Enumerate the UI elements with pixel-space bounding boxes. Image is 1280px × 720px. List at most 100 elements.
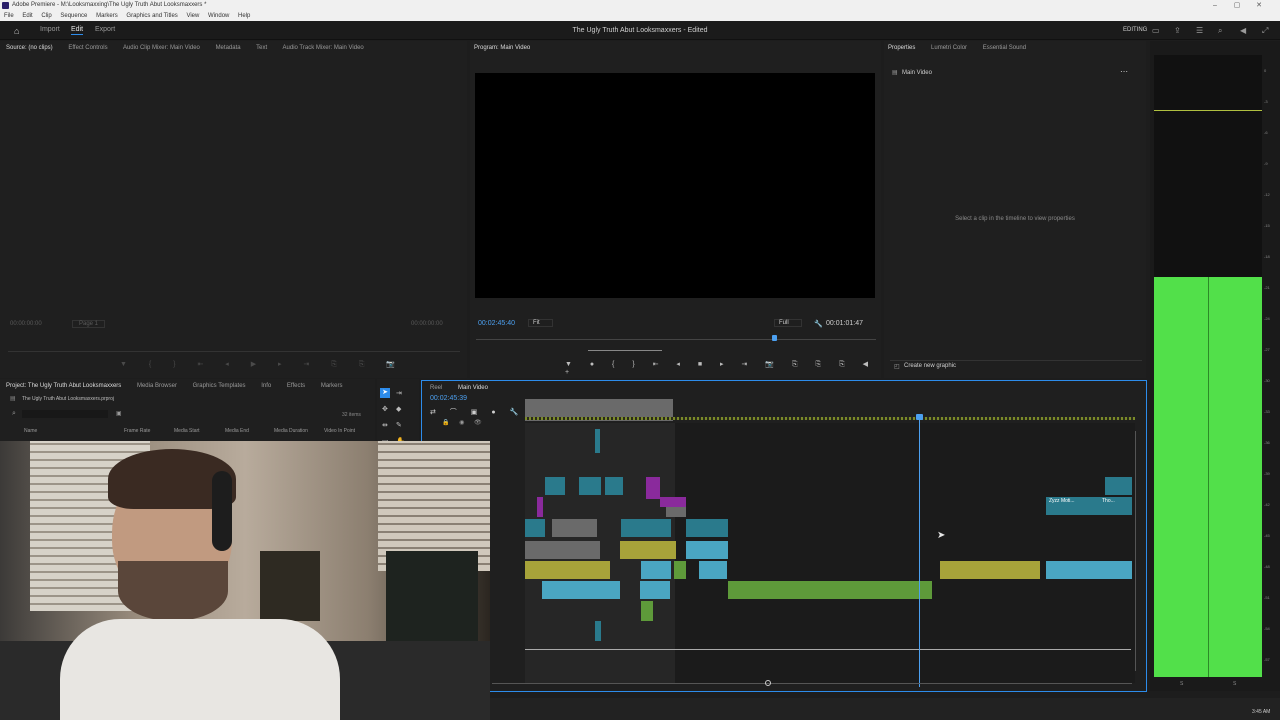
tab-essential-sound[interactable]: Essential Sound: [983, 45, 1026, 51]
horizontal-scrollbar[interactable]: [492, 683, 1132, 684]
create-graphic-button[interactable]: Create new graphic: [904, 363, 956, 369]
timeline-ruler[interactable]: [525, 417, 1135, 420]
program-playhead[interactable]: [772, 335, 777, 341]
timeline-clip[interactable]: [646, 477, 660, 499]
search-icon[interactable]: ⌕: [1218, 26, 1222, 36]
audio-clip[interactable]: [525, 561, 610, 579]
timeline-clip[interactable]: [545, 477, 565, 495]
page-select[interactable]: Page 1: [72, 320, 106, 328]
workspace-mode[interactable]: EDITING: [1123, 27, 1147, 33]
quality-select[interactable]: Full: [774, 319, 802, 327]
audio-clip[interactable]: [641, 601, 653, 621]
col-video-in-point[interactable]: Video In Point: [324, 428, 355, 434]
solo-left[interactable]: S: [1180, 681, 1183, 687]
audio-clip[interactable]: [674, 561, 686, 579]
zoom-handle[interactable]: [765, 680, 771, 686]
slip-tool-icon[interactable]: ⇹: [382, 421, 388, 429]
program-timecode[interactable]: 00:02:45:40: [478, 320, 515, 327]
col-media-end[interactable]: Media End: [225, 428, 249, 434]
track-controls[interactable]: 🔒 ◉ 👁: [442, 419, 486, 426]
volume-icon[interactable]: ◀: [1240, 26, 1246, 35]
menu-help[interactable]: Help: [238, 13, 250, 19]
col-name[interactable]: Name: [24, 428, 37, 434]
tab-text[interactable]: Text: [256, 45, 267, 51]
audio-clip[interactable]: [686, 541, 728, 559]
wrench-icon[interactable]: 🔧: [814, 320, 823, 328]
zoom-select[interactable]: Fit: [528, 319, 553, 327]
audio-clip[interactable]: [1046, 561, 1132, 579]
fullscreen-icon[interactable]: ⤢: [1262, 26, 1268, 36]
menu-view[interactable]: View: [186, 13, 199, 19]
timeline-clip[interactable]: [552, 519, 597, 537]
col-media-start[interactable]: Media Start: [174, 428, 200, 434]
menu-edit[interactable]: Edit: [22, 13, 32, 19]
program-ruler[interactable]: [476, 339, 876, 340]
tab-metadata[interactable]: Metadata: [216, 45, 241, 51]
track-select-tool-icon[interactable]: ⇥: [396, 389, 402, 397]
ripple-edit-tool-icon[interactable]: ✥: [382, 405, 388, 413]
tab-graphics-templates[interactable]: Graphics Templates: [193, 383, 246, 389]
tab-effects[interactable]: Effects: [287, 383, 305, 389]
playhead-handle[interactable]: [916, 414, 923, 420]
timeline-clip[interactable]: [537, 497, 543, 517]
source-transport-controls[interactable]: ▼ { } ⇤ ◂ ▶ ▸ ⇥ ⎘ ⎘ 📷: [120, 360, 405, 369]
create-graphic-icon[interactable]: ◰: [894, 363, 900, 370]
timeline-timecode[interactable]: 00:02:45:39: [430, 395, 467, 402]
tab-media-browser[interactable]: Media Browser: [137, 383, 177, 389]
project-search-input[interactable]: [22, 410, 108, 418]
menu-window[interactable]: Window: [208, 13, 229, 19]
tab-effect-controls[interactable]: Effect Controls: [68, 45, 107, 51]
new-bin-icon[interactable]: ▣: [116, 410, 122, 417]
audio-clip[interactable]: [542, 581, 620, 599]
timeline-clip[interactable]: [686, 519, 728, 537]
col-frame-rate[interactable]: Frame Rate: [124, 428, 150, 434]
audio-clip[interactable]: [940, 561, 1040, 579]
minimize-button[interactable]: –: [1204, 0, 1226, 11]
timeline-clip[interactable]: Zyzz Moti... Tho...: [1046, 497, 1132, 515]
audio-clip[interactable]: [728, 581, 932, 599]
in-out-range[interactable]: [588, 350, 662, 351]
timeline-clip[interactable]: [579, 477, 601, 495]
audio-clip[interactable]: [699, 561, 727, 579]
timeline-clip[interactable]: [525, 541, 600, 559]
maximize-button[interactable]: ▢: [1226, 0, 1248, 11]
timeline-clip[interactable]: [525, 519, 545, 537]
audio-clip[interactable]: [641, 561, 671, 579]
tab-info[interactable]: Info: [261, 383, 271, 389]
pen-tool-icon[interactable]: ✎: [396, 421, 402, 429]
menu-graphics[interactable]: Graphics and Titles: [126, 13, 177, 19]
audio-clip[interactable]: [620, 541, 676, 559]
menu-markers[interactable]: Markers: [96, 13, 118, 19]
tab-main-video[interactable]: Main Video: [458, 385, 488, 391]
timeline-playhead[interactable]: [919, 417, 920, 687]
search-icon[interactable]: ⌕: [12, 410, 16, 418]
audio-clip[interactable]: [595, 621, 601, 641]
tab-lumetri-color[interactable]: Lumetri Color: [931, 45, 967, 51]
list-icon[interactable]: ☰: [1196, 26, 1203, 35]
vertical-scrollbar[interactable]: [1135, 431, 1136, 671]
tab-source[interactable]: Source: (no clips): [6, 45, 53, 51]
tab-reel[interactable]: Reel: [430, 385, 442, 391]
menu-sequence[interactable]: Sequence: [60, 13, 87, 19]
close-button[interactable]: ✕: [1248, 0, 1270, 11]
selection-tool-icon[interactable]: ➤: [380, 388, 390, 398]
razor-tool-icon[interactable]: ◆: [396, 405, 401, 413]
timeline-clip[interactable]: [621, 519, 671, 537]
panel-layout-icon[interactable]: ▭: [1152, 26, 1160, 35]
solo-right[interactable]: S: [1233, 681, 1236, 687]
program-transport-controls[interactable]: ▼ ● { } ⇤ ◂ ■ ▸ ⇥ 📷 ⎘ ⎘ ⎘ ◀ +: [565, 360, 881, 376]
tab-project[interactable]: Project: The Ugly Truth Abut Looksmaxxer…: [6, 383, 121, 389]
share-icon[interactable]: ⇪: [1174, 26, 1181, 35]
tab-markers[interactable]: Markers: [321, 383, 343, 389]
timeline-clip[interactable]: [666, 507, 686, 517]
timeline-clip[interactable]: [605, 477, 623, 495]
timeline-clip[interactable]: [595, 429, 600, 453]
source-scrubber[interactable]: [8, 351, 460, 352]
timeline-clip[interactable]: [1105, 477, 1132, 495]
tab-audio-clip-mixer[interactable]: Audio Clip Mixer: Main Video: [123, 45, 200, 51]
tab-properties[interactable]: Properties: [888, 45, 915, 51]
audio-clip[interactable]: [640, 581, 670, 599]
tab-program[interactable]: Program: Main Video: [474, 45, 530, 51]
tab-audio-track-mixer[interactable]: Audio Track Mixer: Main Video: [283, 45, 364, 51]
menu-clip[interactable]: Clip: [41, 13, 51, 19]
